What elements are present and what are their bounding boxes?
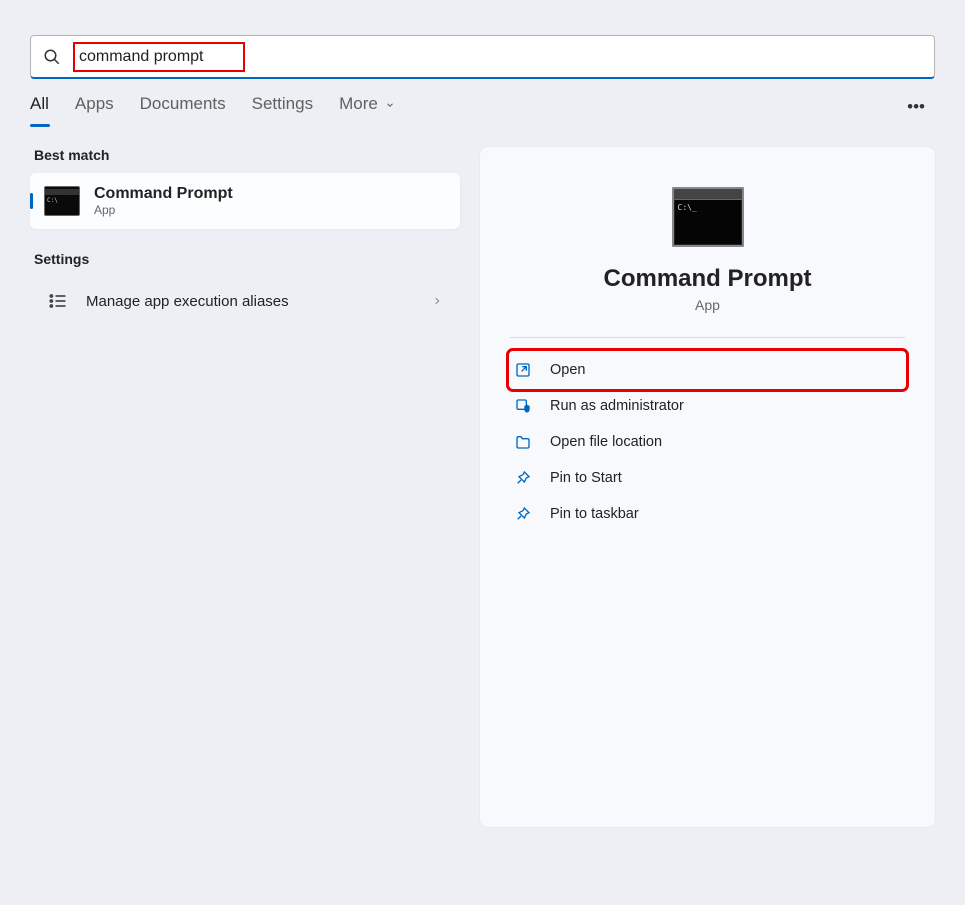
section-settings: Settings [34,251,460,267]
search-box[interactable] [30,35,935,79]
search-highlight [73,42,245,72]
action-open-location[interactable]: Open file location [510,424,905,460]
tab-more[interactable]: More [339,94,394,120]
action-label: Pin to taskbar [550,506,639,522]
action-label: Open file location [550,434,662,450]
section-best-match: Best match [34,147,460,163]
chevron-right-icon [432,294,442,308]
action-pin-taskbar[interactable]: Pin to taskbar [510,496,905,532]
search-input[interactable] [79,48,239,66]
tab-all[interactable]: All [30,94,49,120]
result-title: Command Prompt [94,185,233,203]
shield-admin-icon [514,397,532,415]
list-settings-icon [48,291,68,311]
result-command-prompt[interactable]: Command Prompt App [30,173,460,229]
action-open[interactable]: Open [510,352,905,388]
detail-pane: Command Prompt App Open [480,147,935,827]
detail-subtitle: App [510,297,905,313]
pin-icon [514,469,532,487]
filter-tabs: All Apps Documents Settings More ••• [0,94,965,130]
settings-item-label: Manage app execution aliases [86,293,414,310]
tab-apps[interactable]: Apps [75,94,114,120]
result-subtitle: App [94,203,233,217]
overflow-menu[interactable]: ••• [907,97,935,117]
tab-settings[interactable]: Settings [252,94,313,120]
pin-icon [514,505,532,523]
tab-documents[interactable]: Documents [140,94,226,120]
folder-icon [514,433,532,451]
divider [510,337,905,338]
detail-title: Command Prompt [510,265,905,293]
action-label: Run as administrator [550,398,684,414]
action-run-admin[interactable]: Run as administrator [510,388,905,424]
action-label: Open [550,362,585,378]
tab-indicator [30,124,50,127]
search-icon [31,48,73,66]
action-pin-start[interactable]: Pin to Start [510,460,905,496]
action-label: Pin to Start [550,470,622,486]
open-icon [514,361,532,379]
settings-item-aliases[interactable]: Manage app execution aliases [30,277,460,325]
command-prompt-large-icon [672,187,744,247]
command-prompt-icon [44,186,80,216]
